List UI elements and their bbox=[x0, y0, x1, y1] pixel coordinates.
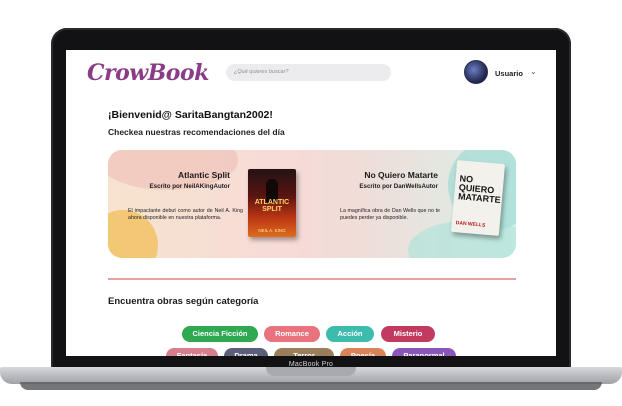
cover-author: DAN WELLS bbox=[455, 220, 486, 229]
category-chip[interactable]: Ciencia Ficción bbox=[182, 326, 258, 342]
book-title[interactable]: No Quiero Matarte bbox=[308, 170, 438, 180]
category-chip[interactable]: Poesía bbox=[340, 348, 386, 356]
welcome-heading: ¡Bienvenid@ SaritaBangtan2002! bbox=[108, 109, 273, 121]
user-avatar[interactable] bbox=[464, 60, 488, 84]
book-cover[interactable]: ATLANTIC SPLIT NEIL A. KING bbox=[248, 169, 296, 237]
category-chip[interactable]: Misterio bbox=[381, 326, 435, 342]
welcome-subtitle: Checkea nuestras recomendaciones del día bbox=[108, 127, 285, 137]
category-chip[interactable]: Paranormal bbox=[392, 348, 456, 356]
category-chip[interactable]: Acción bbox=[326, 326, 374, 342]
book-title[interactable]: Atlantic Split bbox=[118, 170, 230, 180]
book-author[interactable]: Escrito por NeilAKingAutor bbox=[118, 183, 230, 190]
book-description: El impactante debut como autor de Neil A… bbox=[128, 208, 243, 221]
laptop-notch bbox=[266, 367, 356, 376]
cover-title: NO QUIERO MATARTE bbox=[457, 173, 502, 205]
section-divider bbox=[108, 278, 516, 280]
laptop-mockup: CrowBook ¿Qué quieres buscar? Usuario ⌄ … bbox=[0, 0, 622, 406]
user-name[interactable]: Usuario bbox=[495, 69, 523, 78]
cover-author: NEIL A. KING bbox=[258, 228, 286, 233]
book-cover[interactable]: NO QUIERO MATARTE DAN WELLS bbox=[450, 160, 506, 236]
laptop-shadow bbox=[20, 382, 602, 390]
chevron-down-icon[interactable]: ⌄ bbox=[530, 67, 537, 76]
book-author[interactable]: Escrito por DanWellsAutor bbox=[308, 183, 438, 190]
recommendations-banner: Atlantic Split Escrito por NeilAKingAuto… bbox=[108, 150, 516, 258]
search-input[interactable]: ¿Qué quieres buscar? bbox=[226, 64, 391, 81]
category-chip[interactable]: Drama bbox=[224, 348, 268, 356]
device-model-label: MacBook Pro bbox=[288, 361, 334, 368]
category-chip[interactable]: Terror bbox=[274, 348, 334, 356]
app-logo[interactable]: CrowBook bbox=[87, 60, 209, 86]
category-chip[interactable]: Fantasía bbox=[166, 348, 218, 356]
app-screen: CrowBook ¿Qué quieres buscar? Usuario ⌄ … bbox=[66, 50, 556, 356]
category-chip[interactable]: Romance bbox=[264, 326, 320, 342]
categories-heading: Encuentra obras según categoría bbox=[108, 296, 259, 307]
cover-title: ATLANTIC SPLIT bbox=[254, 199, 290, 213]
book-description: La magnífica obra de Dan Wells que no te… bbox=[340, 208, 440, 221]
